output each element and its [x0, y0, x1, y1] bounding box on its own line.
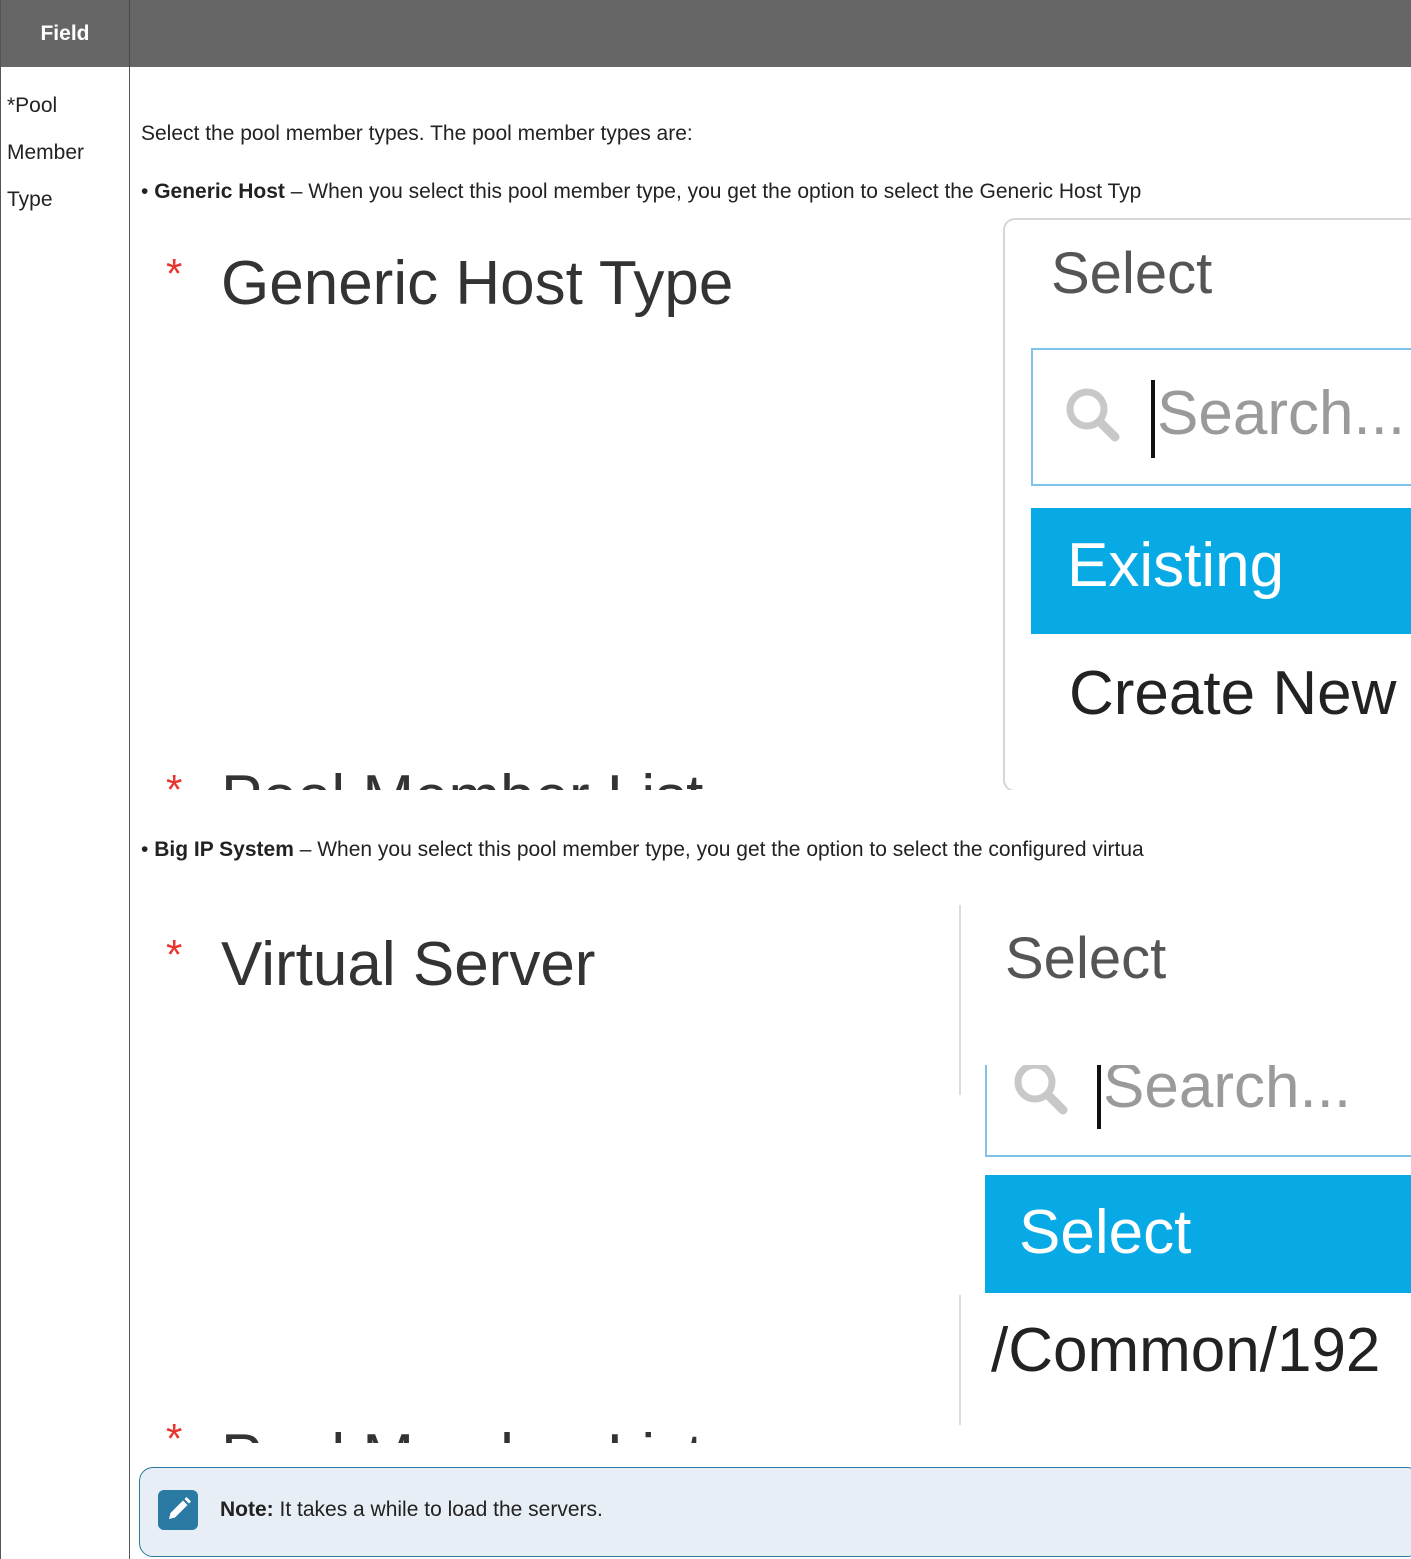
option-existing[interactable]: Existing	[1031, 508, 1411, 634]
select-placeholder: Select	[1005, 926, 1167, 991]
generic-host-type-label: Generic Host Type	[221, 249, 734, 318]
column-divider	[129, 67, 130, 1559]
option-select[interactable]: Select	[985, 1175, 1411, 1293]
dropdown-divider	[959, 905, 961, 1065]
description-text: – When you select this pool member type,…	[284, 180, 1142, 203]
required-asterisk: *	[166, 766, 183, 790]
note-body: It takes a while to load the servers.	[273, 1498, 603, 1521]
required-asterisk: *	[166, 931, 183, 978]
search-placeholder: Search...	[1103, 1065, 1352, 1121]
text-caret	[1097, 1065, 1101, 1129]
table-header: Field	[1, 0, 1411, 67]
virtual-server-screenshot: * Virtual Server Select	[141, 895, 1411, 1065]
note-box: Note: It takes a while to load the serve…	[139, 1467, 1411, 1557]
note-prefix: Note:	[220, 1498, 274, 1521]
dropdown-divider	[959, 1295, 961, 1425]
intro-text: Select the pool member types. The pool m…	[141, 122, 693, 145]
option-create-new[interactable]: Create New	[1069, 658, 1396, 729]
pencil-note-icon	[158, 1490, 198, 1530]
generic-host-screenshot: * Generic Host Type Select Search... Exi…	[141, 210, 1411, 790]
generic-host-description: • Generic Host – When you select this po…	[141, 180, 1141, 204]
required-asterisk: *	[166, 1415, 183, 1462]
pool-member-list-label-cut: Pool Member List	[221, 762, 841, 790]
option-label: Existing	[1067, 531, 1285, 600]
select-placeholder: Select	[1051, 241, 1213, 306]
bullet: •	[141, 180, 149, 203]
field-table: Field *Pool Member Type Select the pool …	[0, 0, 1411, 1559]
search-icon	[1066, 388, 1120, 442]
virtual-server-dropdown-area: Search... Select /Common/192 * Pool Memb…	[141, 1065, 1411, 1465]
pencil-icon	[169, 1497, 191, 1519]
search-icon	[1014, 1065, 1068, 1115]
term-big-ip-system: Big IP System	[154, 838, 294, 861]
virtual-server-label: Virtual Server	[221, 930, 596, 999]
note-text: Note: It takes a while to load the serve…	[220, 1498, 603, 1522]
dropdown-search-box[interactable]: Search...	[1031, 348, 1411, 486]
field-name-line: Type	[7, 188, 53, 211]
field-name-line: *Pool	[7, 94, 58, 117]
bullet: •	[141, 838, 149, 861]
header-field-cell: Field	[1, 0, 130, 67]
description-text: – When you select this pool member type,…	[293, 838, 1144, 861]
big-ip-system-description: • Big IP System – When you select this p…	[141, 838, 1144, 862]
dropdown-search-box[interactable]: Search...	[985, 1065, 1411, 1157]
field-name-line: Member	[7, 141, 85, 164]
option-common-path[interactable]: /Common/192	[991, 1315, 1380, 1386]
option-label: Select	[1019, 1198, 1192, 1267]
term-generic-host: Generic Host	[154, 180, 285, 203]
generic-host-type-dropdown[interactable]: Select Search... Existing Create New	[1003, 218, 1411, 790]
text-caret	[1151, 380, 1155, 458]
required-asterisk: *	[166, 250, 183, 297]
field-name-cell: *Pool Member Type	[7, 82, 122, 223]
pool-member-list-label-cut: Pool Member List	[221, 1421, 841, 1443]
search-placeholder: Search...	[1157, 379, 1406, 448]
dropdown-divider	[959, 1065, 961, 1095]
